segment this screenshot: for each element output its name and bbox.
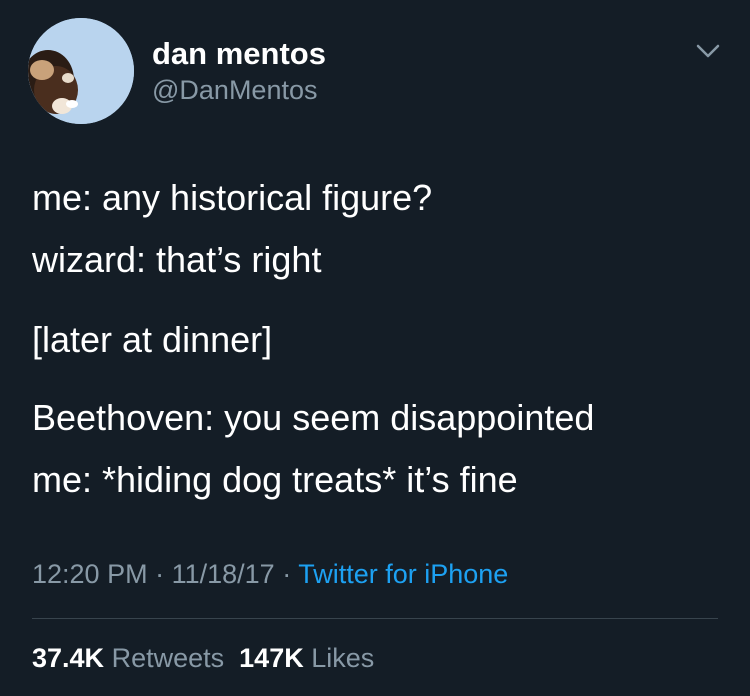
likes-count: 147K [239,643,304,673]
display-name[interactable]: dan mentos [152,36,326,72]
user-handle[interactable]: @DanMentos [152,73,317,107]
tweet-text-line: me: any historical figure? [32,177,433,218]
tweet-meta: 12:20 PM · 11/18/17 · Twitter for iPhone [32,556,508,592]
tweet-source-link[interactable]: Twitter for iPhone [298,559,508,589]
tweet-text-line: me: *hiding dog treats* it’s fine [32,459,518,500]
tweet-time[interactable]: 12:20 PM [32,559,148,589]
retweets-count: 37.4K [32,643,105,673]
likes-label: Likes [311,643,375,673]
avatar[interactable] [28,18,134,124]
divider [32,618,718,619]
chevron-down-icon[interactable] [693,38,723,64]
tweet-text-line: wizard: that’s right [32,239,322,280]
tweet-text-line: [later at dinner] [32,319,273,360]
meta-separator: · [147,559,172,589]
tweet-stats: 37.4K Retweets 147K Likes [32,641,374,675]
profile-photo [28,18,134,124]
retweets-label: Retweets [111,643,225,673]
tweet-text-line: Beethoven: you seem disappointed [32,397,595,438]
likes-stat[interactable]: 147K Likes [239,643,374,673]
meta-separator: · [274,559,299,589]
tweet-date[interactable]: 11/18/17 [172,559,275,589]
retweets-stat[interactable]: 37.4K Retweets [32,643,224,673]
